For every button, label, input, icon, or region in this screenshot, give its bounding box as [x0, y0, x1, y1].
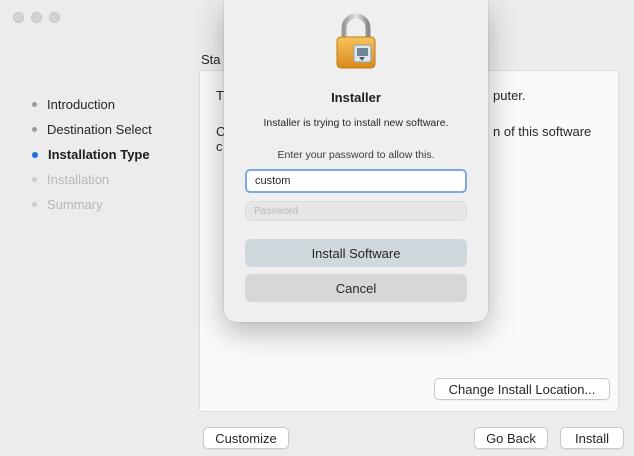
sidebar-item-installation-type: Installation Type — [32, 147, 150, 162]
change-install-location-button[interactable]: Change Install Location... — [434, 378, 610, 400]
sidebar-item-introduction: Introduction — [32, 97, 115, 112]
dialog-message: Installer is trying to install new softw… — [263, 117, 449, 129]
step-dot-icon — [32, 177, 37, 183]
step-dot-icon — [32, 127, 37, 133]
authentication-dialog: Installer Installer is trying to install… — [224, 0, 488, 322]
dialog-title: Installer — [331, 90, 381, 105]
sidebar-item-label: Installation — [47, 172, 110, 187]
close-window-button[interactable] — [13, 12, 24, 23]
password-field[interactable] — [245, 201, 467, 221]
dialog-prompt: Enter your password to allow this. — [277, 149, 435, 161]
sidebar-item-installation: Installation — [32, 172, 109, 187]
sidebar-item-summary: Summary — [32, 197, 103, 212]
lock-icon — [332, 12, 380, 70]
sidebar-item-label: Installation Type — [48, 147, 150, 162]
username-field[interactable] — [245, 169, 467, 193]
content-text-fragment: n of this software — [493, 124, 592, 139]
sidebar-item-label: Destination Select — [47, 122, 152, 137]
sidebar-item-label: Introduction — [47, 97, 115, 112]
step-dot-icon — [32, 151, 38, 158]
customize-button[interactable]: Customize — [203, 427, 289, 449]
content-text-fragment: puter. — [493, 88, 526, 103]
step-dot-icon — [32, 102, 37, 108]
content-text-fragment: T — [216, 88, 224, 103]
step-dot-icon — [32, 202, 37, 208]
content-title: Sta — [201, 52, 221, 67]
install-button[interactable]: Install — [560, 427, 624, 449]
sidebar-item-label: Summary — [47, 197, 103, 212]
content-text-fragment: c — [216, 139, 223, 154]
install-software-button[interactable]: Install Software — [245, 239, 467, 267]
cancel-button[interactable]: Cancel — [245, 274, 467, 302]
zoom-window-button[interactable] — [49, 12, 60, 23]
sidebar-item-destination-select: Destination Select — [32, 122, 152, 137]
go-back-button[interactable]: Go Back — [474, 427, 548, 449]
minimize-window-button[interactable] — [31, 12, 42, 23]
